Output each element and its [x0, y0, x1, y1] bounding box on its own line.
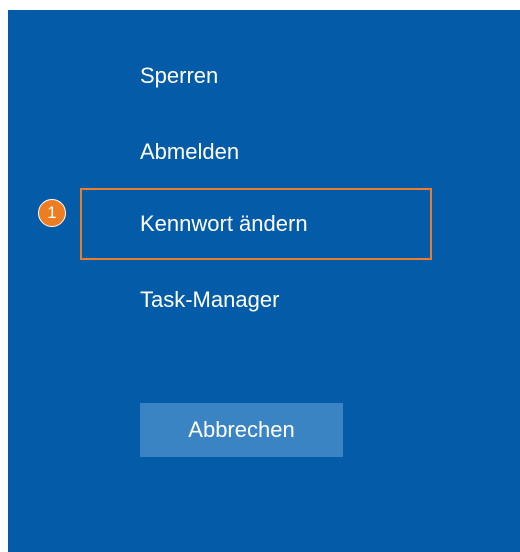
- menu-item-task-manager[interactable]: Task-Manager: [140, 286, 279, 314]
- security-options-screen: Sperren Abmelden Kennwort ändern Task-Ma…: [8, 10, 520, 552]
- menu-item-change-password[interactable]: Kennwort ändern: [140, 210, 308, 238]
- menu-item-lock[interactable]: Sperren: [140, 62, 218, 90]
- menu-item-logout[interactable]: Abmelden: [140, 138, 239, 166]
- annotation-step-badge: 1: [38, 199, 66, 227]
- cancel-button[interactable]: Abbrechen: [140, 403, 343, 457]
